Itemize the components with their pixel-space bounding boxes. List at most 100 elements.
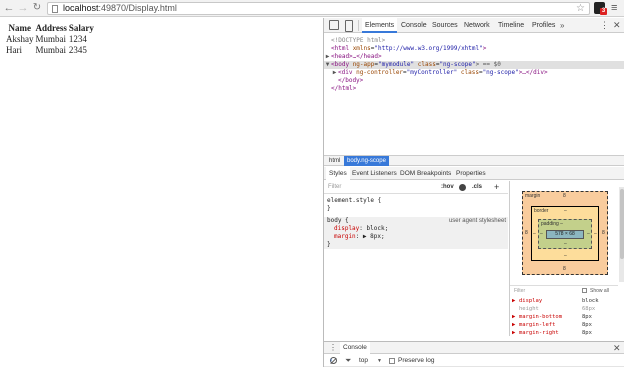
cell-address: Mumbai xyxy=(35,34,67,44)
styles-filter-row: Filter :hov .cls + xyxy=(324,181,508,194)
element-style-selector[interactable]: element.style { xyxy=(324,197,508,205)
margin-prop: margin xyxy=(334,233,356,240)
dom-node-body[interactable]: ▼ <body ng-app="mymodule" class="ng-scope… xyxy=(324,61,624,69)
breadcrumb-html[interactable]: html xyxy=(326,156,343,166)
preserve-log-checkbox[interactable] xyxy=(389,358,395,364)
tab-network[interactable]: Network xyxy=(461,18,493,33)
styles-filter-input[interactable]: Filter xyxy=(328,181,341,194)
expand-triangle-icon[interactable]: ▶ xyxy=(512,297,515,305)
close-icon[interactable]: ✕ xyxy=(613,342,621,354)
border-label: border xyxy=(534,208,549,214)
computed-properties-list: ▶ display block height 68px ▶ margin-bot… xyxy=(510,297,618,337)
expand-triangle-icon[interactable]: ▶ xyxy=(331,69,338,77)
cell-address: Mumbai xyxy=(35,45,67,55)
computed-row-margin-left[interactable]: ▶ margin-left 8px xyxy=(510,321,618,329)
dom-node-doctype[interactable]: <!DOCTYPE html> xyxy=(324,37,624,45)
subtab-dom-breakpoints[interactable]: DOM Breakpoints xyxy=(397,167,454,180)
show-all-checkbox[interactable] xyxy=(582,288,587,293)
breadcrumb-body[interactable]: body.ng-scope xyxy=(344,156,389,166)
breadcrumb: html body.ng-scope xyxy=(324,155,624,166)
element-style-rule: element.style { } xyxy=(324,197,508,213)
computed-prop-value: 68px xyxy=(582,306,596,312)
more-tabs-button[interactable]: » xyxy=(560,18,564,33)
computed-row-margin-bottom[interactable]: ▶ margin-bottom 8px xyxy=(510,313,618,321)
filter-funnel-icon[interactable]: ⏷ xyxy=(345,355,351,367)
collapse-triangle-icon[interactable]: ▼ xyxy=(324,61,331,69)
div-tag-close: >…</div> xyxy=(518,69,548,76)
address-bar[interactable]: localhost:49870/Display.html ☆ xyxy=(47,2,590,15)
table-row: Hari Mumbai 2345 xyxy=(5,45,95,56)
tab-profiles[interactable]: Profiles xyxy=(529,18,558,33)
body-close-tag: </body> xyxy=(338,77,364,84)
scrollbar-thumb[interactable] xyxy=(620,189,624,259)
close-icon[interactable]: ✕ xyxy=(613,18,621,33)
padding-left-value: – xyxy=(540,231,543,237)
expand-triangle-icon[interactable]: ▶ xyxy=(324,53,331,61)
box-model-content[interactable]: 578 × 68 xyxy=(546,230,584,239)
arrow-left-icon[interactable]: ← xyxy=(3,2,15,14)
browser-menu-icon[interactable]: ≡ xyxy=(611,2,617,14)
class-toggle[interactable]: .cls xyxy=(472,181,482,194)
computed-prop-name: display xyxy=(519,298,543,304)
margin-declaration[interactable]: margin: ▶ 8px; xyxy=(324,233,508,241)
hover-state-toggle[interactable]: :hov xyxy=(441,181,454,194)
table-header-row: Name Address Salary xyxy=(5,23,95,34)
computed-filter-row: Filter Show all xyxy=(510,285,618,295)
arrow-right-icon[interactable]: → xyxy=(17,2,29,14)
expand-triangle-icon[interactable]: ▶ xyxy=(512,329,515,337)
computed-row-display[interactable]: ▶ display block xyxy=(510,297,618,305)
dom-node-body-close[interactable]: </body> xyxy=(324,77,624,85)
dom-node-html[interactable]: <html xmlns="http://www.w3.org/1999/xhtm… xyxy=(324,45,624,53)
padding-right-value: – xyxy=(587,231,590,237)
subtab-properties[interactable]: Properties xyxy=(453,167,489,180)
color-format-icon[interactable] xyxy=(459,184,466,191)
border-bottom-value: – xyxy=(564,253,567,259)
inspect-element-icon[interactable] xyxy=(329,20,339,30)
computed-prop-name: margin-bottom xyxy=(519,314,563,320)
browser-toolbar: ← → ↻ localhost:49870/Display.html ☆ 3 ≡ xyxy=(0,0,624,17)
url-host: localhost xyxy=(63,3,99,13)
element-style-close: } xyxy=(327,205,331,212)
console-prompt[interactable]: › xyxy=(330,357,332,365)
dom-node-div[interactable]: ▶ <div ng-controller="myController" class… xyxy=(324,69,624,77)
drawer-menu-icon[interactable]: ⋮ xyxy=(329,342,337,354)
expand-triangle-icon[interactable]: ▶ xyxy=(512,313,515,321)
tab-timeline[interactable]: Timeline xyxy=(495,18,527,33)
bookmark-star-icon[interactable]: ☆ xyxy=(576,3,585,14)
header-address: Address xyxy=(35,23,67,33)
computed-row-height[interactable]: height 68px xyxy=(510,305,618,313)
body-tag: <body xyxy=(331,61,350,68)
display-declaration[interactable]: display: block; xyxy=(324,225,508,233)
drawer-tab-console[interactable]: Console xyxy=(340,342,370,354)
table-row: Akshay Mumbai 1234 xyxy=(5,34,95,45)
tab-elements[interactable]: Elements xyxy=(362,18,398,33)
page-viewport: Name Address Salary Akshay Mumbai 1234 H… xyxy=(0,18,323,367)
devtools-menu-icon[interactable]: ⋮ xyxy=(600,18,609,33)
url-text[interactable]: localhost:49870/Display.html xyxy=(63,3,177,14)
tab-sources[interactable]: Sources xyxy=(429,18,461,33)
margin-left-value: 8 xyxy=(525,230,528,236)
metrics-scrollbar[interactable] xyxy=(619,187,624,282)
new-rule-plus-icon[interactable]: + xyxy=(494,181,499,194)
tab-console[interactable]: Console xyxy=(398,18,430,33)
device-mode-icon[interactable] xyxy=(343,20,353,32)
dom-node-head[interactable]: ▶ <head>…</head> xyxy=(324,53,624,61)
chevron-down-icon[interactable]: ▼ xyxy=(377,355,382,367)
box-model-margin[interactable]: margin 8 8 8 8 border – – – – padding – … xyxy=(522,191,608,275)
padding-bottom-value: – xyxy=(564,241,567,247)
subtab-styles[interactable]: Styles xyxy=(326,167,350,180)
reload-icon[interactable]: ↻ xyxy=(31,2,43,14)
box-model-border[interactable]: border – – – – padding – – – – 578 × 68 xyxy=(531,206,599,261)
margin-top-value: 8 xyxy=(563,193,566,199)
context-selector[interactable]: top xyxy=(359,355,368,367)
body-attr-ngapp-value: "mymodule" xyxy=(378,61,415,68)
expand-triangle-icon[interactable]: ▶ xyxy=(512,321,515,329)
body-rule-close: } xyxy=(327,241,331,248)
dom-node-html-close[interactable]: </html> xyxy=(324,85,624,93)
box-model-padding[interactable]: padding – – – – 578 × 68 xyxy=(538,219,592,249)
body-rule-selector[interactable]: body { user agent stylesheet xyxy=(324,217,508,225)
subtab-event-listeners[interactable]: Event Listeners xyxy=(349,167,400,180)
cell-name: Akshay xyxy=(6,34,34,44)
computed-filter-input[interactable]: Filter xyxy=(514,286,525,296)
computed-row-margin-right[interactable]: ▶ margin-right 8px xyxy=(510,329,618,337)
